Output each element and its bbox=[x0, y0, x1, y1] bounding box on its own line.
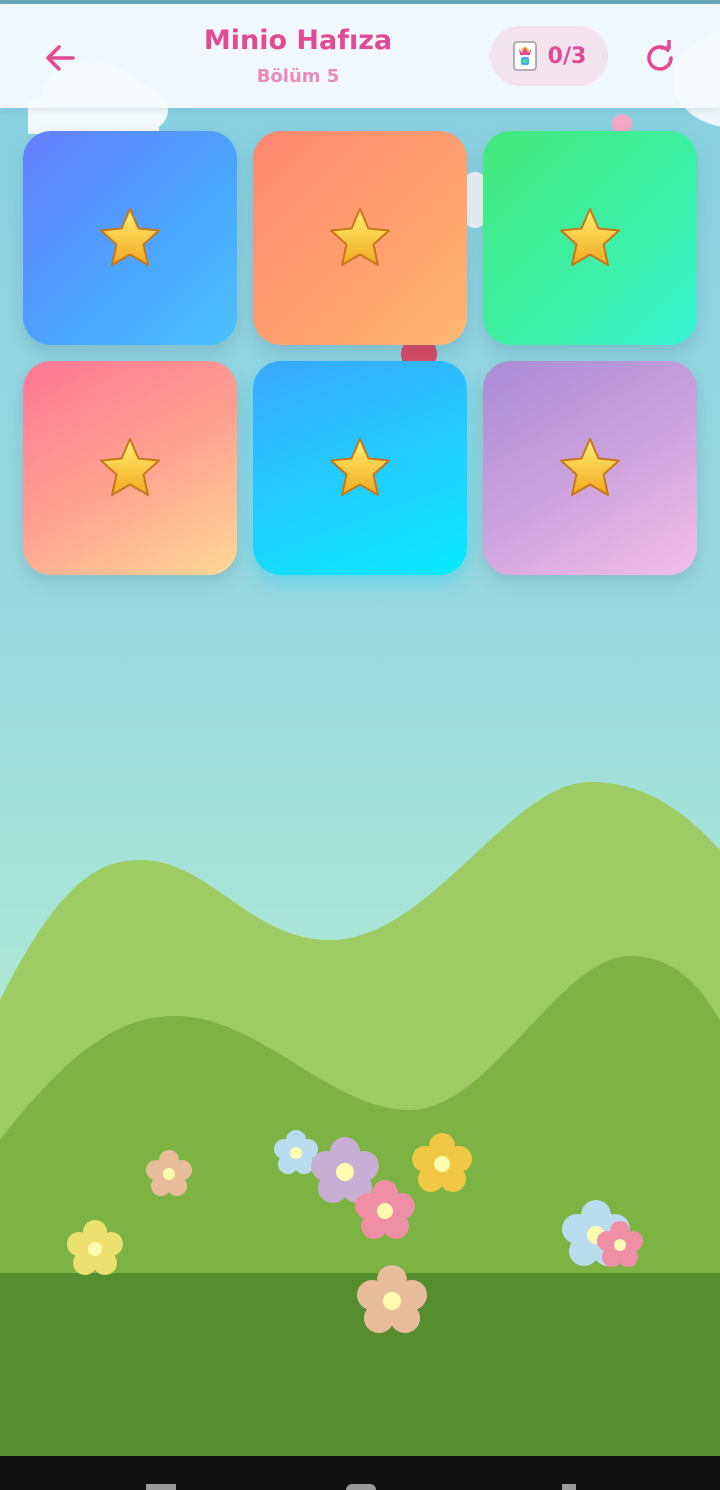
star-icon bbox=[100, 208, 160, 266]
system-back-button[interactable] bbox=[562, 1484, 576, 1490]
memory-card-3[interactable] bbox=[483, 131, 697, 345]
refresh-icon bbox=[647, 40, 673, 71]
joker-counter[interactable]: 0/3 bbox=[490, 26, 608, 86]
memory-card-4[interactable] bbox=[23, 361, 237, 575]
joker-count: 0/3 bbox=[547, 43, 587, 69]
star-icon bbox=[330, 438, 390, 496]
memory-card-6[interactable] bbox=[483, 361, 697, 575]
level-label: Bölüm 5 bbox=[256, 66, 340, 87]
recent-apps-button[interactable] bbox=[146, 1484, 176, 1490]
title-block: Minio Hafıza Bölüm 5 bbox=[180, 22, 416, 94]
top-app-bar: Minio Hafıza Bölüm 5 0/3 bbox=[0, 4, 720, 108]
star-icon bbox=[560, 438, 620, 496]
memory-card-2[interactable] bbox=[253, 131, 467, 345]
star-icon bbox=[330, 208, 390, 266]
joker-card-icon bbox=[512, 41, 537, 71]
memory-card-1[interactable] bbox=[23, 131, 237, 345]
game-title: Minio Hafıza bbox=[203, 25, 393, 56]
back-button[interactable] bbox=[36, 34, 84, 82]
restart-button[interactable] bbox=[636, 34, 684, 82]
memory-card-5[interactable] bbox=[253, 361, 467, 575]
game-screen: Minio Hafıza Bölüm 5 0/3 bbox=[0, 0, 720, 1490]
star-icon bbox=[560, 208, 620, 266]
star-icon bbox=[100, 438, 160, 496]
arrow-left-icon bbox=[46, 45, 75, 71]
home-button[interactable] bbox=[346, 1484, 376, 1490]
